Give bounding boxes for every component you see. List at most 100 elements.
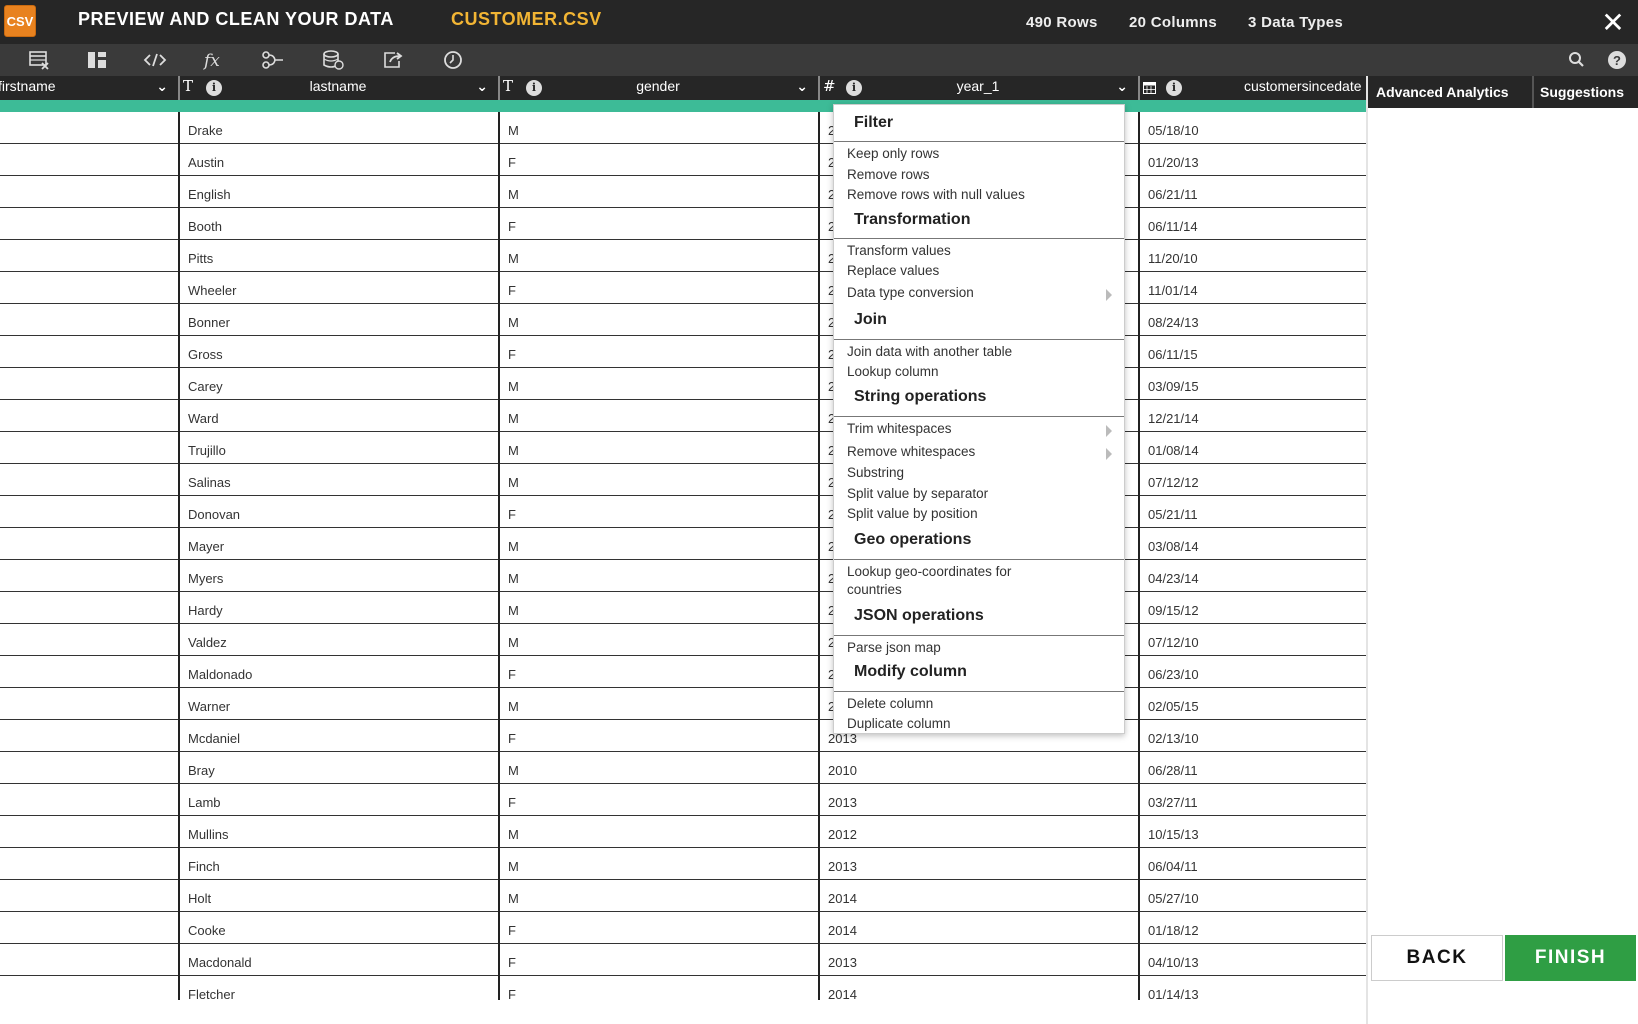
table-cell[interactable]: 06/23/10 — [1140, 656, 1366, 688]
table-cell[interactable]: Salinas — [180, 464, 498, 496]
table-cell[interactable] — [0, 944, 178, 976]
history-icon[interactable] — [438, 47, 468, 73]
table-cell[interactable]: M — [500, 368, 818, 400]
table-cell[interactable] — [0, 784, 178, 816]
table-cell[interactable]: Carey — [180, 368, 498, 400]
column-header-firstname[interactable]: firstname ⌄ — [0, 76, 178, 100]
chevron-down-icon[interactable]: ⌄ — [156, 78, 168, 95]
table-cell[interactable]: 01/20/13 — [1140, 144, 1366, 176]
table-cell[interactable]: Finch — [180, 848, 498, 880]
table-cell[interactable]: 03/27/11 — [1140, 784, 1366, 816]
table-cell[interactable]: Bonner — [180, 304, 498, 336]
table-edit-icon[interactable] — [24, 47, 54, 73]
menu-item-parse-json-map[interactable]: Parse json map — [847, 639, 941, 657]
table-cell[interactable]: Mcdaniel — [180, 720, 498, 752]
table-cell[interactable]: 03/08/14 — [1140, 528, 1366, 560]
table-cell[interactable]: F — [500, 720, 818, 752]
table-cell[interactable]: 07/12/10 — [1140, 624, 1366, 656]
table-cell[interactable]: 09/15/12 — [1140, 592, 1366, 624]
menu-item-split-by-separator[interactable]: Split value by separator — [847, 485, 988, 503]
table-cell[interactable]: 01/14/13 — [1140, 976, 1366, 1000]
table-cell[interactable]: 06/04/11 — [1140, 848, 1366, 880]
table-cell[interactable] — [0, 816, 178, 848]
tab-advanced-analytics[interactable]: Advanced Analytics — [1372, 76, 1530, 108]
menu-item-replace-values[interactable]: Replace values — [847, 262, 939, 280]
table-cell[interactable]: M — [500, 880, 818, 912]
table-cell[interactable]: 04/23/14 — [1140, 560, 1366, 592]
table-cell[interactable]: M — [500, 240, 818, 272]
search-icon[interactable] — [1562, 47, 1592, 73]
column-header-customersincedate[interactable]: i customersincedate — [1138, 76, 1366, 100]
menu-item-transform-values[interactable]: Transform values — [847, 242, 951, 260]
column-header-gender[interactable]: T i gender ⌄ — [498, 76, 818, 100]
table-cell[interactable]: Maldonado — [180, 656, 498, 688]
table-cell[interactable]: F — [500, 336, 818, 368]
table-cell[interactable]: M — [500, 624, 818, 656]
menu-item-substring[interactable]: Substring — [847, 464, 904, 482]
table-cell[interactable]: 06/11/15 — [1140, 336, 1366, 368]
table-cell[interactable]: Mayer — [180, 528, 498, 560]
table-cell[interactable]: Holt — [180, 880, 498, 912]
table-cell[interactable] — [0, 880, 178, 912]
table-cell[interactable]: 04/10/13 — [1140, 944, 1366, 976]
table-cell[interactable]: 12/21/14 — [1140, 400, 1366, 432]
table-cell[interactable]: Fletcher — [180, 976, 498, 1000]
help-icon[interactable]: ? — [1602, 47, 1632, 73]
tab-suggestions[interactable]: Suggestions — [1532, 76, 1638, 108]
table-cell[interactable]: 06/11/14 — [1140, 208, 1366, 240]
table-cell[interactable] — [0, 176, 178, 208]
menu-item-remove-null-rows[interactable]: Remove rows with null values — [847, 186, 1025, 204]
table-cell[interactable] — [0, 624, 178, 656]
table-cell[interactable] — [0, 432, 178, 464]
table-cell[interactable]: 2014 — [820, 976, 1138, 1000]
table-cell[interactable]: 08/24/13 — [1140, 304, 1366, 336]
menu-item-remove-rows[interactable]: Remove rows — [847, 166, 930, 184]
table-cell[interactable]: Myers — [180, 560, 498, 592]
table-cell[interactable]: Pitts — [180, 240, 498, 272]
table-cell[interactable]: 2014 — [820, 912, 1138, 944]
table-cell[interactable]: F — [500, 208, 818, 240]
table-cell[interactable]: F — [500, 656, 818, 688]
table-cell[interactable]: M — [500, 304, 818, 336]
finish-button[interactable]: FINISH — [1505, 935, 1636, 981]
table-cell[interactable]: 02/05/15 — [1140, 688, 1366, 720]
chevron-down-icon[interactable]: ⌄ — [476, 78, 488, 95]
table-cell[interactable]: 2012 — [820, 816, 1138, 848]
table-cell[interactable]: 2014 — [820, 880, 1138, 912]
table-cell[interactable] — [0, 848, 178, 880]
table-cell[interactable]: 2013 — [820, 784, 1138, 816]
table-cell[interactable]: 11/20/10 — [1140, 240, 1366, 272]
menu-item-delete-column[interactable]: Delete column — [847, 695, 933, 713]
table-cell[interactable] — [0, 720, 178, 752]
table-cell[interactable]: 05/27/10 — [1140, 880, 1366, 912]
table-cell[interactable]: Bray — [180, 752, 498, 784]
join-icon[interactable] — [258, 47, 288, 73]
table-cell[interactable]: Cooke — [180, 912, 498, 944]
table-cell[interactable]: 02/13/10 — [1140, 720, 1366, 752]
table-cell[interactable]: Wheeler — [180, 272, 498, 304]
table-cell[interactable] — [0, 368, 178, 400]
menu-item-remove-whitespaces[interactable]: Remove whitespaces — [847, 443, 975, 461]
table-cell[interactable]: M — [500, 112, 818, 144]
info-icon[interactable]: i — [1166, 80, 1182, 96]
table-cell[interactable]: Warner — [180, 688, 498, 720]
table-cell[interactable]: M — [500, 528, 818, 560]
table-cell[interactable]: 2013 — [820, 848, 1138, 880]
column-header-lastname[interactable]: T i lastname ⌄ — [178, 76, 498, 100]
table-cell[interactable] — [0, 464, 178, 496]
table-cell[interactable] — [0, 304, 178, 336]
table-cell[interactable]: F — [500, 496, 818, 528]
back-button[interactable]: BACK — [1371, 935, 1503, 981]
table-cell[interactable]: 2010 — [820, 752, 1138, 784]
table-cell[interactable]: Mullins — [180, 816, 498, 848]
table-cell[interactable]: 06/21/11 — [1140, 176, 1366, 208]
table-cell[interactable]: M — [500, 560, 818, 592]
menu-item-lookup-geo-coordinates[interactable]: Lookup geo-coordinates for countries — [847, 563, 1057, 599]
table-cell[interactable]: F — [500, 976, 818, 1000]
table-cell[interactable] — [0, 560, 178, 592]
table-cell[interactable]: M — [500, 688, 818, 720]
database-add-icon[interactable] — [318, 47, 348, 73]
table-cell[interactable] — [0, 112, 178, 144]
close-icon[interactable]: ✕ — [1600, 9, 1626, 37]
table-cell[interactable] — [0, 688, 178, 720]
